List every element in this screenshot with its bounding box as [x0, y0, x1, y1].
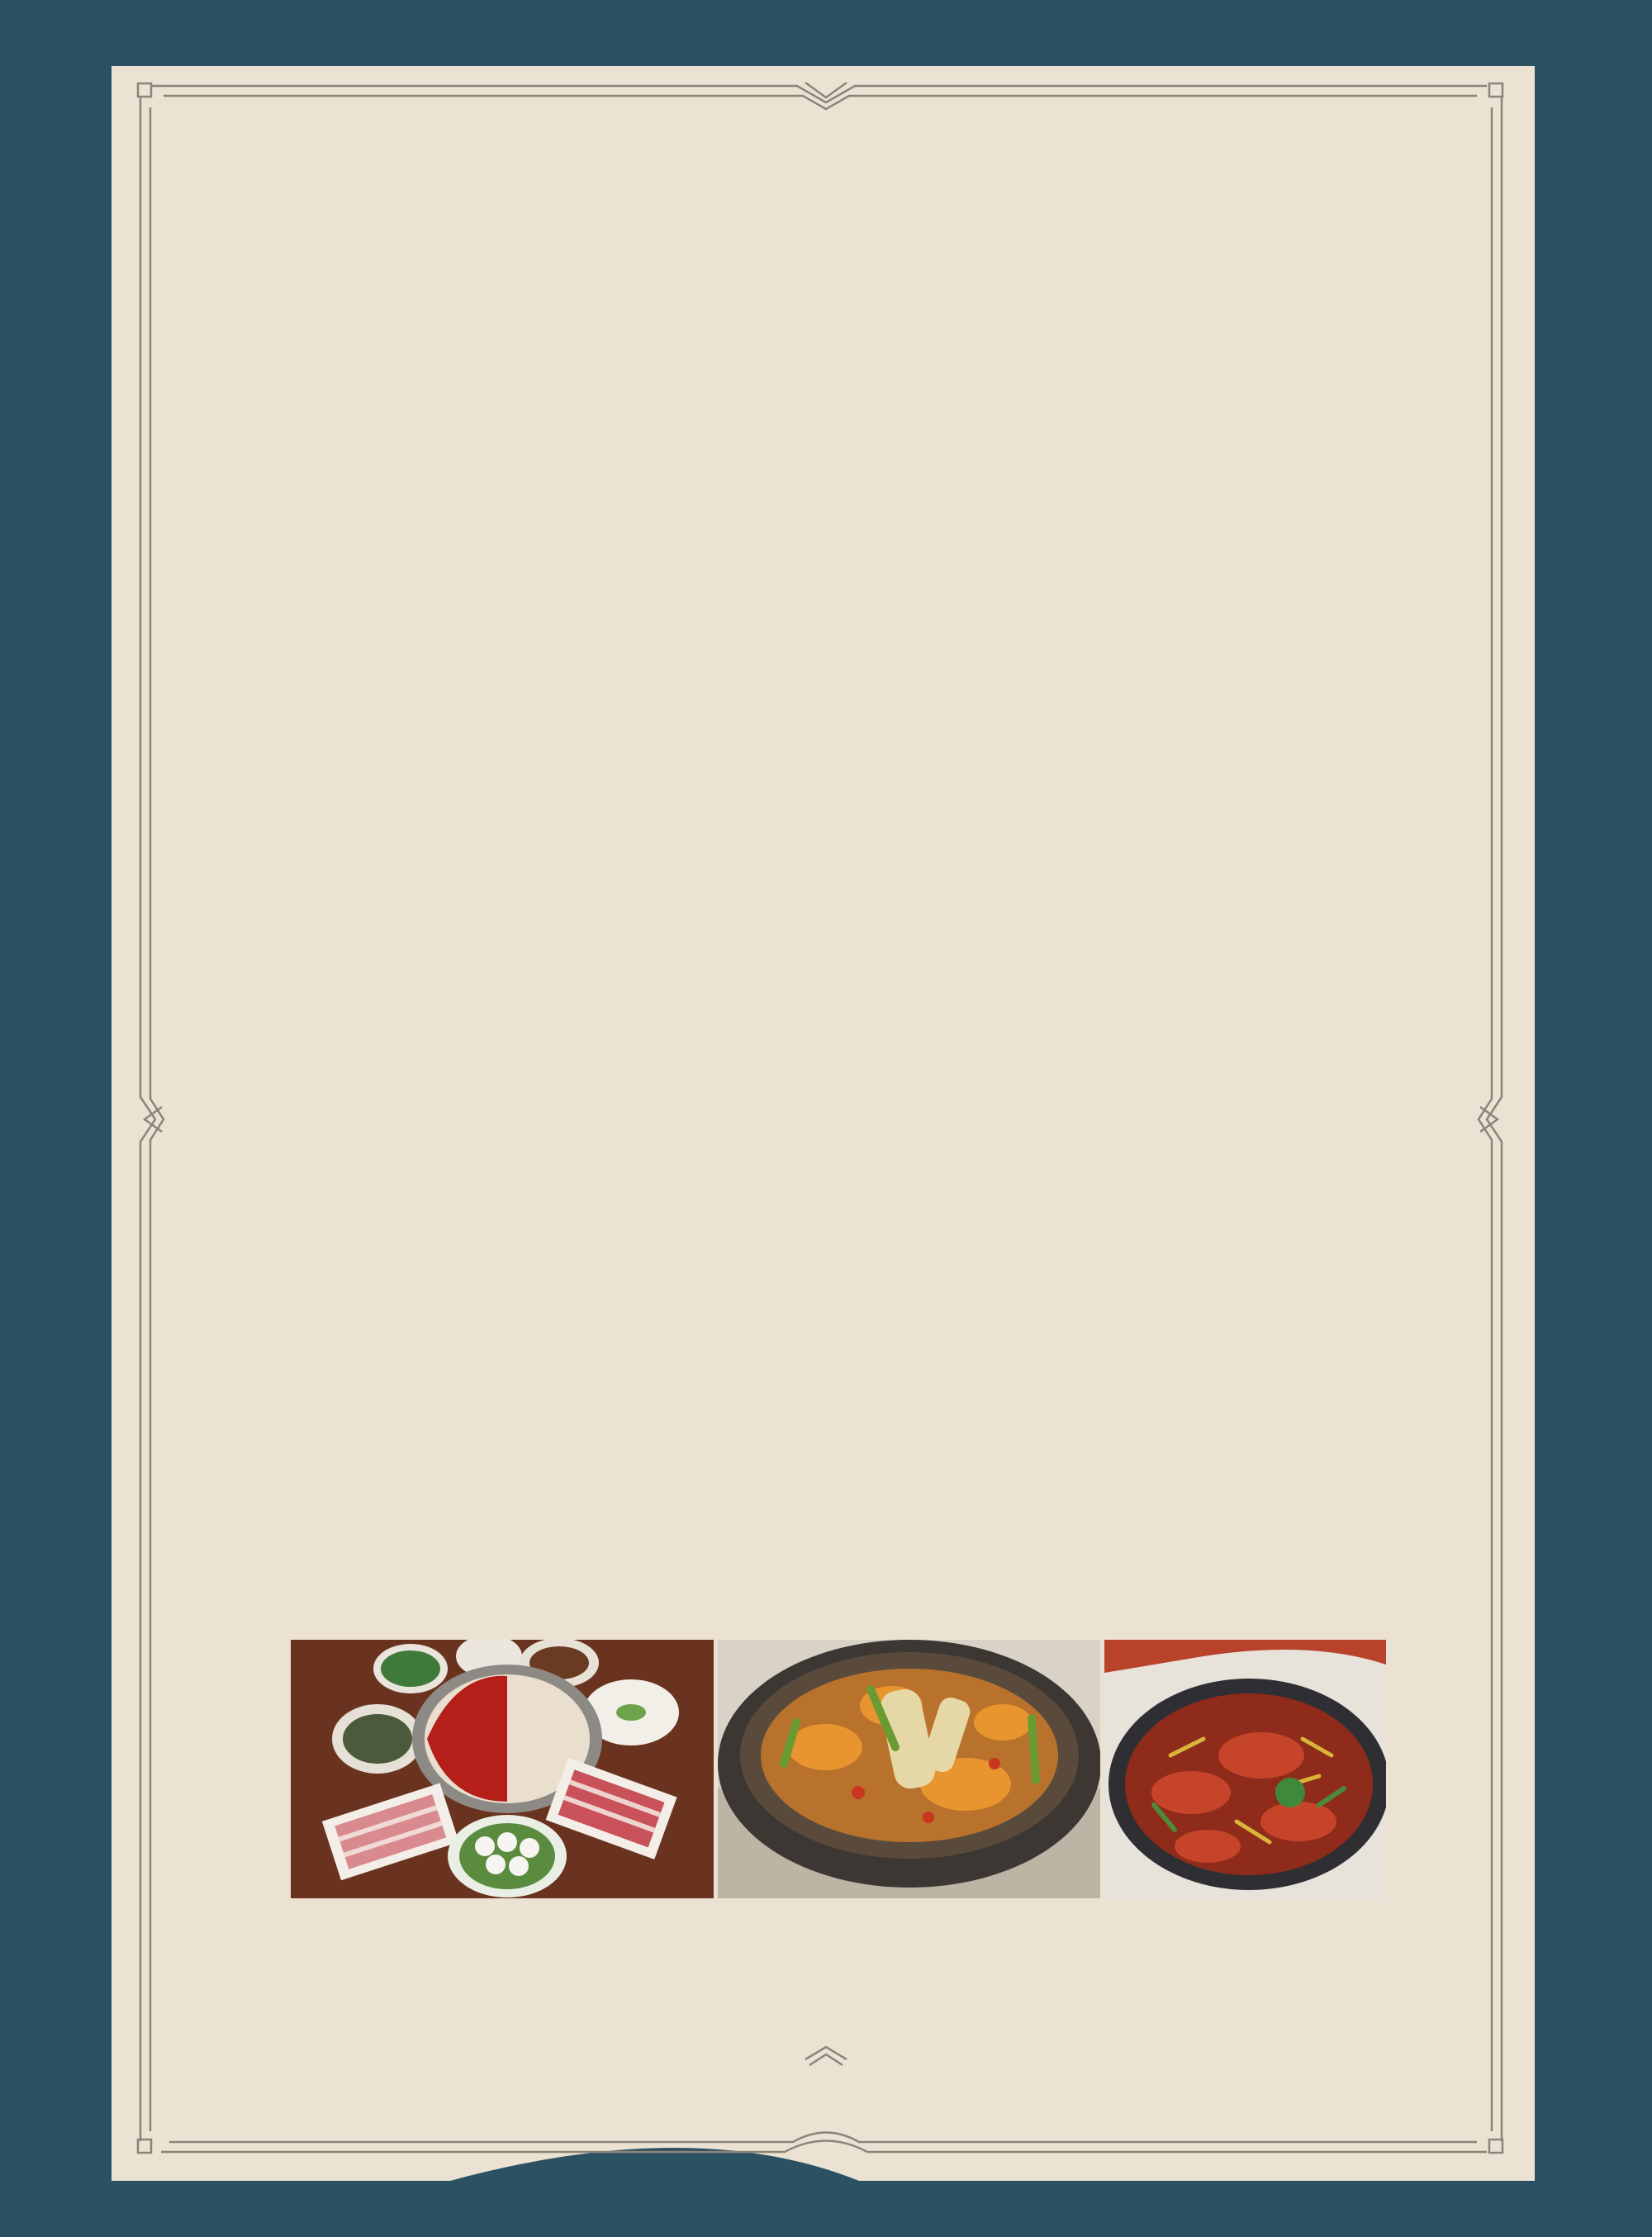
menu-paper [112, 66, 1535, 2181]
spicy-crayfish-pan-photo [1104, 1640, 1386, 1898]
stir-fried-shrimp-pot-photo [718, 1640, 1100, 1898]
food-photo-strip [291, 1640, 1386, 1898]
hotpot-photo [291, 1640, 714, 1898]
